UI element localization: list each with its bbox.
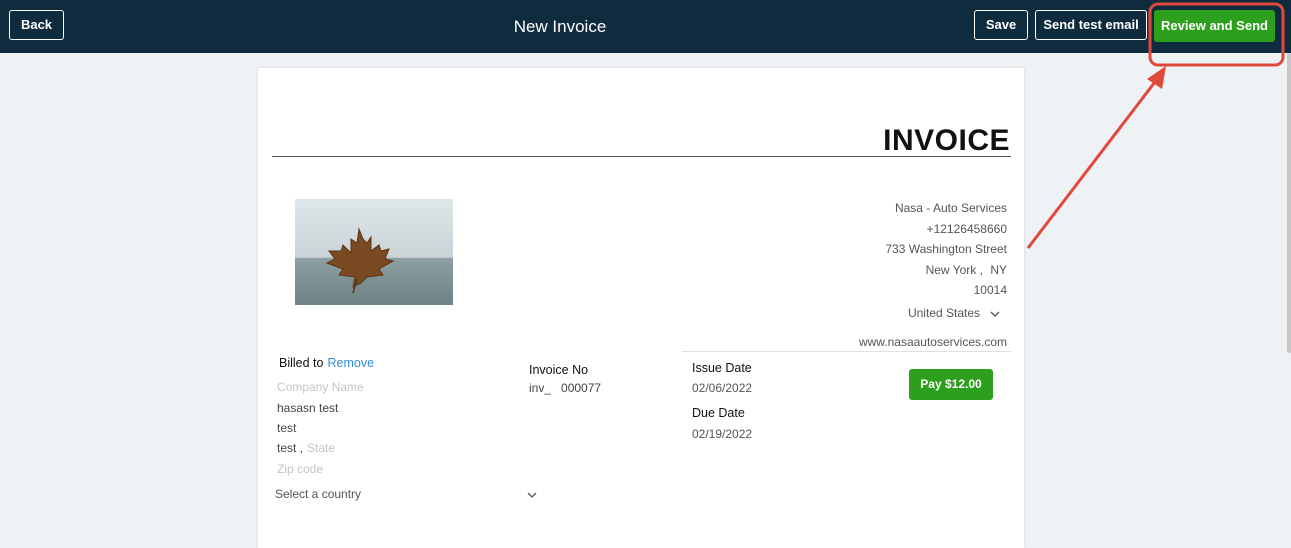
review-and-send-button[interactable]: Review and Send [1154,10,1275,42]
invoice-heading: INVOICE [883,124,1010,157]
client-country-placeholder: Select a country [275,487,362,501]
billed-to-header: Billed to Remove [279,356,374,370]
issue-date-label: Issue Date [692,361,752,375]
top-bar: Back New Invoice Save Send test email Re… [0,0,1291,53]
maple-leaf-icon [295,199,453,305]
details-divider [682,351,1011,352]
client-zip-field[interactable]: Zip code [277,462,323,476]
company-city[interactable]: New York [926,263,977,277]
company-logo[interactable] [295,199,453,305]
client-name-field[interactable]: hasasn test [277,401,338,415]
page-title: New Invoice [513,17,607,36]
heading-divider [272,156,1011,157]
back-button[interactable]: Back [9,10,64,40]
company-address: Nasa - Auto Services +12126458660 733 Wa… [885,198,1007,301]
chevron-down-icon [527,487,537,501]
invoice-no-label: Invoice No [529,363,589,377]
issue-date-field[interactable]: 02/06/2022 [692,381,752,395]
chevron-down-icon [990,306,1000,320]
company-phone[interactable]: +12126458660 [885,219,1007,240]
arrow-head-icon [1147,66,1166,89]
pay-button[interactable]: Pay $12.00 [909,369,993,400]
send-test-email-button[interactable]: Send test email [1035,10,1147,40]
billed-to-label: Billed to [279,356,324,370]
save-button[interactable]: Save [974,10,1028,40]
company-website[interactable]: www.nasaautoservices.com [859,335,1007,349]
client-state-field[interactable]: State [307,441,335,455]
company-country: United States [907,306,980,320]
company-zip[interactable]: 10014 [885,280,1007,301]
client-company-field[interactable]: Company Name [277,380,364,394]
scrollbar[interactable] [1287,53,1291,353]
due-date-label: Due Date [692,406,745,420]
client-country-select[interactable]: Select a country [275,487,537,501]
invoice-no-field[interactable]: inv_ 000077 [529,381,601,395]
annotation-arrow-shaft [1026,77,1160,249]
company-city-state: New York , NY [925,262,1007,277]
client-city-field[interactable]: test , [277,441,303,455]
remove-link[interactable]: Remove [327,356,374,370]
invoice-paper: INVOICE Nasa - Auto Services +1212645866… [258,68,1024,548]
client-address-field[interactable]: test [277,421,296,435]
company-name[interactable]: Nasa - Auto Services [885,198,1007,219]
company-street[interactable]: 733 Washington Street [885,239,1007,260]
company-state[interactable]: NY [990,263,1007,277]
due-date-field[interactable]: 02/19/2022 [692,427,752,441]
company-country-select[interactable]: United States [908,306,1000,320]
